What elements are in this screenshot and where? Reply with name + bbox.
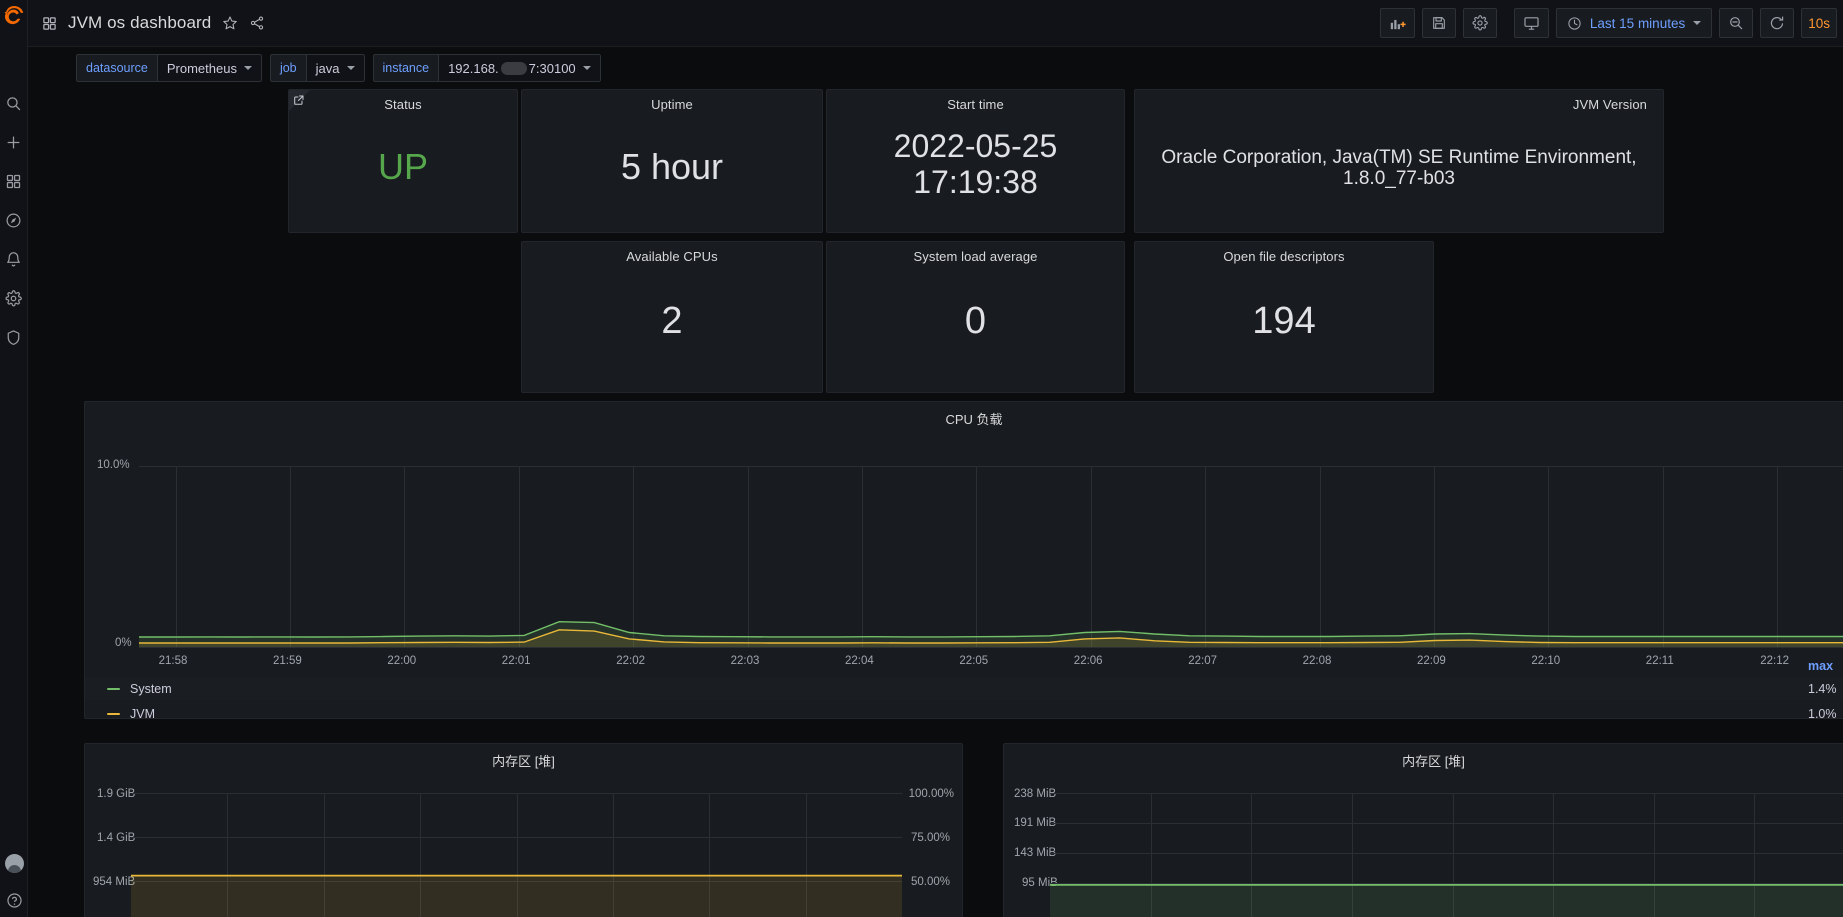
job-variable-value[interactable]: java [305,54,365,82]
page-title: JVM os dashboard [68,13,212,32]
job-variable-text: java [315,60,340,76]
panel-title: Start time [947,97,1004,112]
stat-panel-system-load-average[interactable]: System load average 0 [826,241,1125,393]
graph-panel-memory-heap-left[interactable]: 内存区 [堆] 1.9 GiB 1.4 GiB 954 MiB 100.00% … [84,743,963,917]
legend-value-max: 1.0% [1808,707,1837,719]
time-range-picker[interactable]: Last 15 minutes [1555,8,1713,38]
add-panel-button[interactable] [1379,8,1415,38]
avatar-icon[interactable] [4,854,24,873]
stat-panel-uptime[interactable]: Uptime 5 hour [521,89,823,233]
series-line [139,620,1843,638]
tv-mode-button[interactable] [1513,8,1549,38]
plus-icon[interactable] [5,133,23,151]
panel-title: JVM Version [1572,97,1647,112]
memory-heap-left-series-plot [131,874,902,917]
refresh-interval-label: 10s [1808,15,1830,31]
bell-icon[interactable] [5,250,23,268]
clock-icon [1567,16,1582,31]
nav-bottom-group [0,854,28,909]
template-variables-bar: datasource Prometheus job java instance … [28,47,1843,89]
dashboard-settings-button[interactable] [1462,8,1497,38]
grafana-app: JVM os dashboard Last 15 minutes 10s dat… [0,0,1843,917]
series-area [131,875,902,917]
stat-value-start-time: 2022-05-25 17:19:38 [893,128,1058,200]
datasource-variable-label: datasource [76,54,157,82]
memory-heap-right-series-plot [1050,883,1843,917]
stat-value-system-load-average: 0 [964,299,987,342]
panel-title: Available CPUs [626,249,718,264]
series-area [1050,884,1843,917]
legend-color-swatch [107,688,120,690]
instance-variable-text-suffix: 7:30100 [528,60,576,76]
graph-panel-memory-heap-right[interactable]: 内存区 [堆] 238 MiB 191 MiB 143 MiB 95 MiB [1003,743,1843,917]
refresh-interval-picker[interactable]: 10s [1801,8,1837,38]
legend-series-name: System [130,682,172,696]
stat-value-uptime: 5 hour [620,145,724,187]
graph-panel-cpu-load[interactable]: CPU 负载 10.0% 0% 21:58 21:59 22:00 22:01 22:0… [84,401,1843,719]
chevron-down-icon [243,66,252,70]
dashboard-grid-icon [42,16,57,31]
external-link-icon[interactable] [293,93,306,106]
time-range-label: Last 15 minutes [1589,15,1686,31]
stat-panel-start-time[interactable]: Start time 2022-05-25 17:19:38 [826,89,1125,233]
panel-title: Open file descriptors [1223,249,1345,264]
legend-value-max: 1.4% [1808,682,1837,696]
nav-icon-list [5,94,23,346]
job-variable[interactable]: job java [269,54,365,82]
stat-value-open-file-descriptors: 194 [1252,299,1316,342]
datasource-variable[interactable]: datasource Prometheus [76,54,262,82]
toolbar-actions: Last 15 minutes 10s [1379,8,1839,38]
legend-item-system[interactable]: System 1.4% 0 [85,678,1843,700]
instance-variable[interactable]: instance 192.168. 7:30100 [372,54,601,82]
panel-title: System load average [913,249,1038,264]
panel-title: Uptime [651,97,693,112]
gear-icon[interactable] [5,289,23,307]
stat-panel-jvm-version[interactable]: JVM Version Oracle Corporation, Java(TM)… [1134,89,1664,233]
job-variable-label: job [269,54,306,82]
stat-value-available-cpus: 2 [661,299,683,342]
breadcrumb: JVM os dashboard [42,13,265,33]
stat-panel-status[interactable]: Status UP [288,89,518,233]
apps-grid-icon[interactable] [5,172,23,190]
side-nav-rail [0,0,28,917]
chevron-down-icon [582,66,591,70]
grafana-logo-icon[interactable] [0,0,28,32]
refresh-button[interactable] [1760,8,1795,38]
panel-title: Status [384,97,422,112]
chevron-down-icon [346,66,355,70]
share-icon[interactable] [249,15,265,31]
datasource-variable-value[interactable]: Prometheus [156,54,262,82]
legend-item-jvm[interactable]: JVM 1.0% 0 [85,703,1843,719]
datasource-variable-text: Prometheus [166,60,237,76]
dashboard-toolbar: JVM os dashboard Last 15 minutes 10s [28,0,1843,47]
cpu-load-series-plot [139,620,1843,647]
legend-series-name: JVM [130,707,155,719]
instance-variable-value[interactable]: 192.168. 7:30100 [438,54,601,82]
compass-icon[interactable] [5,211,23,229]
instance-variable-text-prefix: 192.168. [448,60,499,76]
star-icon[interactable] [222,15,238,31]
stat-panel-available-cpus[interactable]: Available CPUs 2 [521,241,823,393]
zoom-out-time-button[interactable] [1719,8,1754,38]
chevron-down-icon [1693,21,1702,25]
legend-color-swatch [107,713,120,715]
save-button[interactable] [1421,8,1456,38]
stat-value-status: UP [377,145,428,187]
legend-column-header-max: max [1808,659,1834,673]
stat-panel-open-file-descriptors[interactable]: Open file descriptors 194 [1134,241,1434,393]
question-circle-icon[interactable] [5,891,23,909]
stat-value-jvm-version: Oracle Corporation, Java(TM) SE Runtime … [1161,146,1637,189]
shield-icon[interactable] [5,328,23,346]
search-icon[interactable] [5,94,23,112]
instance-variable-label: instance [372,54,439,82]
dashboard-canvas: Status UP Uptime 5 hour Start time 2022-… [28,89,1843,917]
main-column: JVM os dashboard Last 15 minutes 10s dat… [28,0,1843,917]
redaction-block [500,61,527,75]
